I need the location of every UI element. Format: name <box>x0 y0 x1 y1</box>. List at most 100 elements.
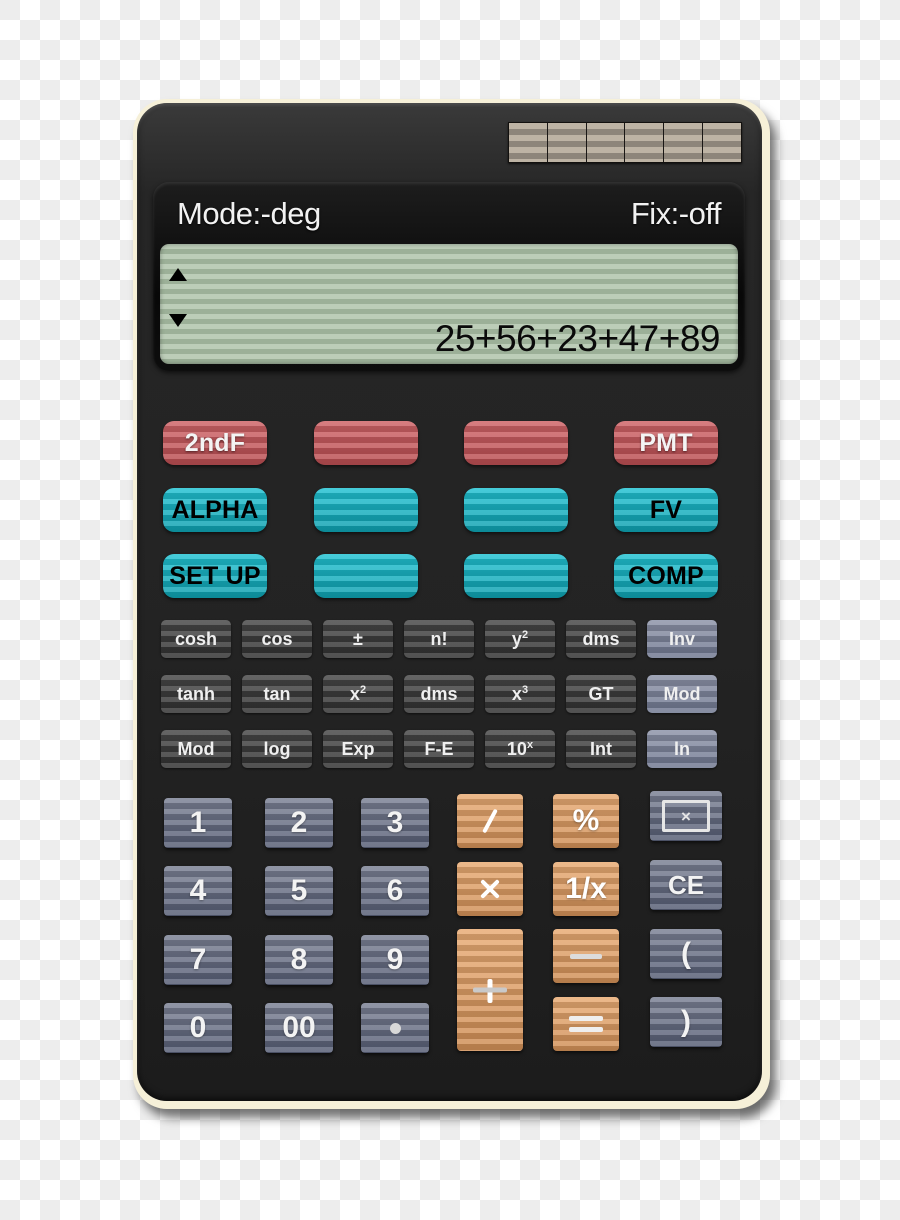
key-label: cos <box>261 628 293 649</box>
calculator-screenshot: Mode:-deg Fix:-off 25+56+23+47+89 2ndF P… <box>0 0 900 1220</box>
key-label: y2 <box>511 628 529 649</box>
key-set-up[interactable]: SET UP <box>163 554 267 598</box>
key-plus-minus[interactable]: ± <box>323 620 393 658</box>
key-label: n! <box>430 628 448 649</box>
key-reciprocal[interactable]: 1/x <box>553 862 619 916</box>
key-x-cubed[interactable]: x3 <box>485 675 555 713</box>
lcd-screen: 25+56+23+47+89 <box>160 244 738 364</box>
key-alpha[interactable]: ALPHA <box>163 488 267 532</box>
key-divide[interactable] <box>457 794 523 848</box>
key-log[interactable]: log <box>242 730 312 768</box>
key-teal-blank-1[interactable] <box>314 488 418 532</box>
key-7[interactable]: 7 <box>164 935 232 985</box>
function-key-row-1: cosh cos ± n! y2 dms Inv <box>137 620 762 658</box>
key-label: ln <box>674 738 690 759</box>
key-tanh[interactable]: tanh <box>161 675 231 713</box>
mode-indicator: Mode:-deg <box>177 196 321 231</box>
key-label: Mod <box>177 738 215 759</box>
key-dms-1[interactable]: dms <box>566 620 636 658</box>
key-2ndf[interactable]: 2ndF <box>163 421 267 465</box>
function-key-row-3: Mod log Exp F-E 10x Int ln <box>137 730 762 768</box>
key-2[interactable]: 2 <box>265 798 333 848</box>
key-factorial[interactable]: n! <box>404 620 474 658</box>
key-label: Exp <box>341 738 375 759</box>
key-label: 5 <box>290 874 308 907</box>
plus-icon <box>473 973 507 1007</box>
key-label: cosh <box>174 628 217 649</box>
function-key-row-2: tanh tan x2 dms x3 GT Mod <box>137 675 762 713</box>
solar-cell <box>547 123 587 162</box>
key-label: ) <box>681 1005 691 1038</box>
key-label: tan <box>263 683 291 704</box>
key-1[interactable]: 1 <box>164 798 232 848</box>
key-label: PMT <box>639 428 693 457</box>
key-label: Inv <box>668 628 695 649</box>
key-tan[interactable]: tan <box>242 675 312 713</box>
key-ln[interactable]: ln <box>647 730 717 768</box>
key-teal-blank-4[interactable] <box>464 554 568 598</box>
display-status-row: Mode:-deg Fix:-off <box>153 186 745 242</box>
key-x-squared[interactable]: x2 <box>323 675 393 713</box>
key-label: 1 <box>189 806 207 839</box>
key-label: x3 <box>511 683 529 704</box>
key-label: 6 <box>386 874 404 907</box>
key-label: 3 <box>386 806 404 839</box>
key-teal-blank-3[interactable] <box>314 554 418 598</box>
key-label: ± <box>353 628 363 649</box>
key-ten-to-x[interactable]: 10x <box>485 730 555 768</box>
key-label: SET UP <box>169 561 261 590</box>
key-5[interactable]: 5 <box>265 866 333 916</box>
key-label: x2 <box>349 683 367 704</box>
key-red-blank-2[interactable] <box>464 421 568 465</box>
teal-key-row-1: ALPHA FV <box>137 488 762 532</box>
display-module: Mode:-deg Fix:-off 25+56+23+47+89 <box>153 182 745 371</box>
key-label: log <box>263 738 291 759</box>
key-label: GT <box>588 683 614 704</box>
red-key-row: 2ndF PMT <box>137 421 762 465</box>
key-equals[interactable] <box>553 997 619 1051</box>
key-dms-2[interactable]: dms <box>404 675 474 713</box>
key-paren-open[interactable]: ( <box>650 929 722 979</box>
key-cosh[interactable]: cosh <box>161 620 231 658</box>
multiply-icon <box>475 874 505 904</box>
key-label: COMP <box>628 561 704 590</box>
key-fv[interactable]: FV <box>614 488 718 532</box>
key-teal-blank-2[interactable] <box>464 488 568 532</box>
triangle-down-icon <box>169 314 187 327</box>
key-multiply[interactable] <box>457 862 523 916</box>
key-exp[interactable]: Exp <box>323 730 393 768</box>
key-minus[interactable] <box>553 929 619 983</box>
key-percent[interactable]: % <box>553 794 619 848</box>
key-comp[interactable]: COMP <box>614 554 718 598</box>
key-plus[interactable] <box>457 929 523 1051</box>
key-decimal-point[interactable] <box>361 1003 429 1053</box>
key-label: 10x <box>506 738 534 759</box>
key-inv[interactable]: Inv <box>647 620 717 658</box>
key-pmt[interactable]: PMT <box>614 421 718 465</box>
key-label: ALPHA <box>171 495 259 524</box>
minus-icon <box>570 953 602 959</box>
key-f-e[interactable]: F-E <box>404 730 474 768</box>
key-delete[interactable]: × <box>650 791 722 841</box>
key-gt[interactable]: GT <box>566 675 636 713</box>
key-4[interactable]: 4 <box>164 866 232 916</box>
key-ce[interactable]: CE <box>650 860 722 910</box>
key-3[interactable]: 3 <box>361 798 429 848</box>
key-9[interactable]: 9 <box>361 935 429 985</box>
key-6[interactable]: 6 <box>361 866 429 916</box>
key-mod-right[interactable]: Mod <box>647 675 717 713</box>
key-red-blank-1[interactable] <box>314 421 418 465</box>
key-int[interactable]: Int <box>566 730 636 768</box>
solar-cell <box>664 123 704 162</box>
key-y-squared[interactable]: y2 <box>485 620 555 658</box>
key-cos[interactable]: cos <box>242 620 312 658</box>
solar-cell <box>509 123 548 162</box>
key-8[interactable]: 8 <box>265 935 333 985</box>
key-double-zero[interactable]: 00 <box>265 1003 333 1053</box>
key-mod[interactable]: Mod <box>161 730 231 768</box>
key-paren-close[interactable]: ) <box>650 997 722 1047</box>
key-label: F-E <box>424 738 454 759</box>
key-label: dms <box>420 683 458 704</box>
key-0[interactable]: 0 <box>164 1003 232 1053</box>
reciprocal-icon: 1/x <box>565 872 607 905</box>
